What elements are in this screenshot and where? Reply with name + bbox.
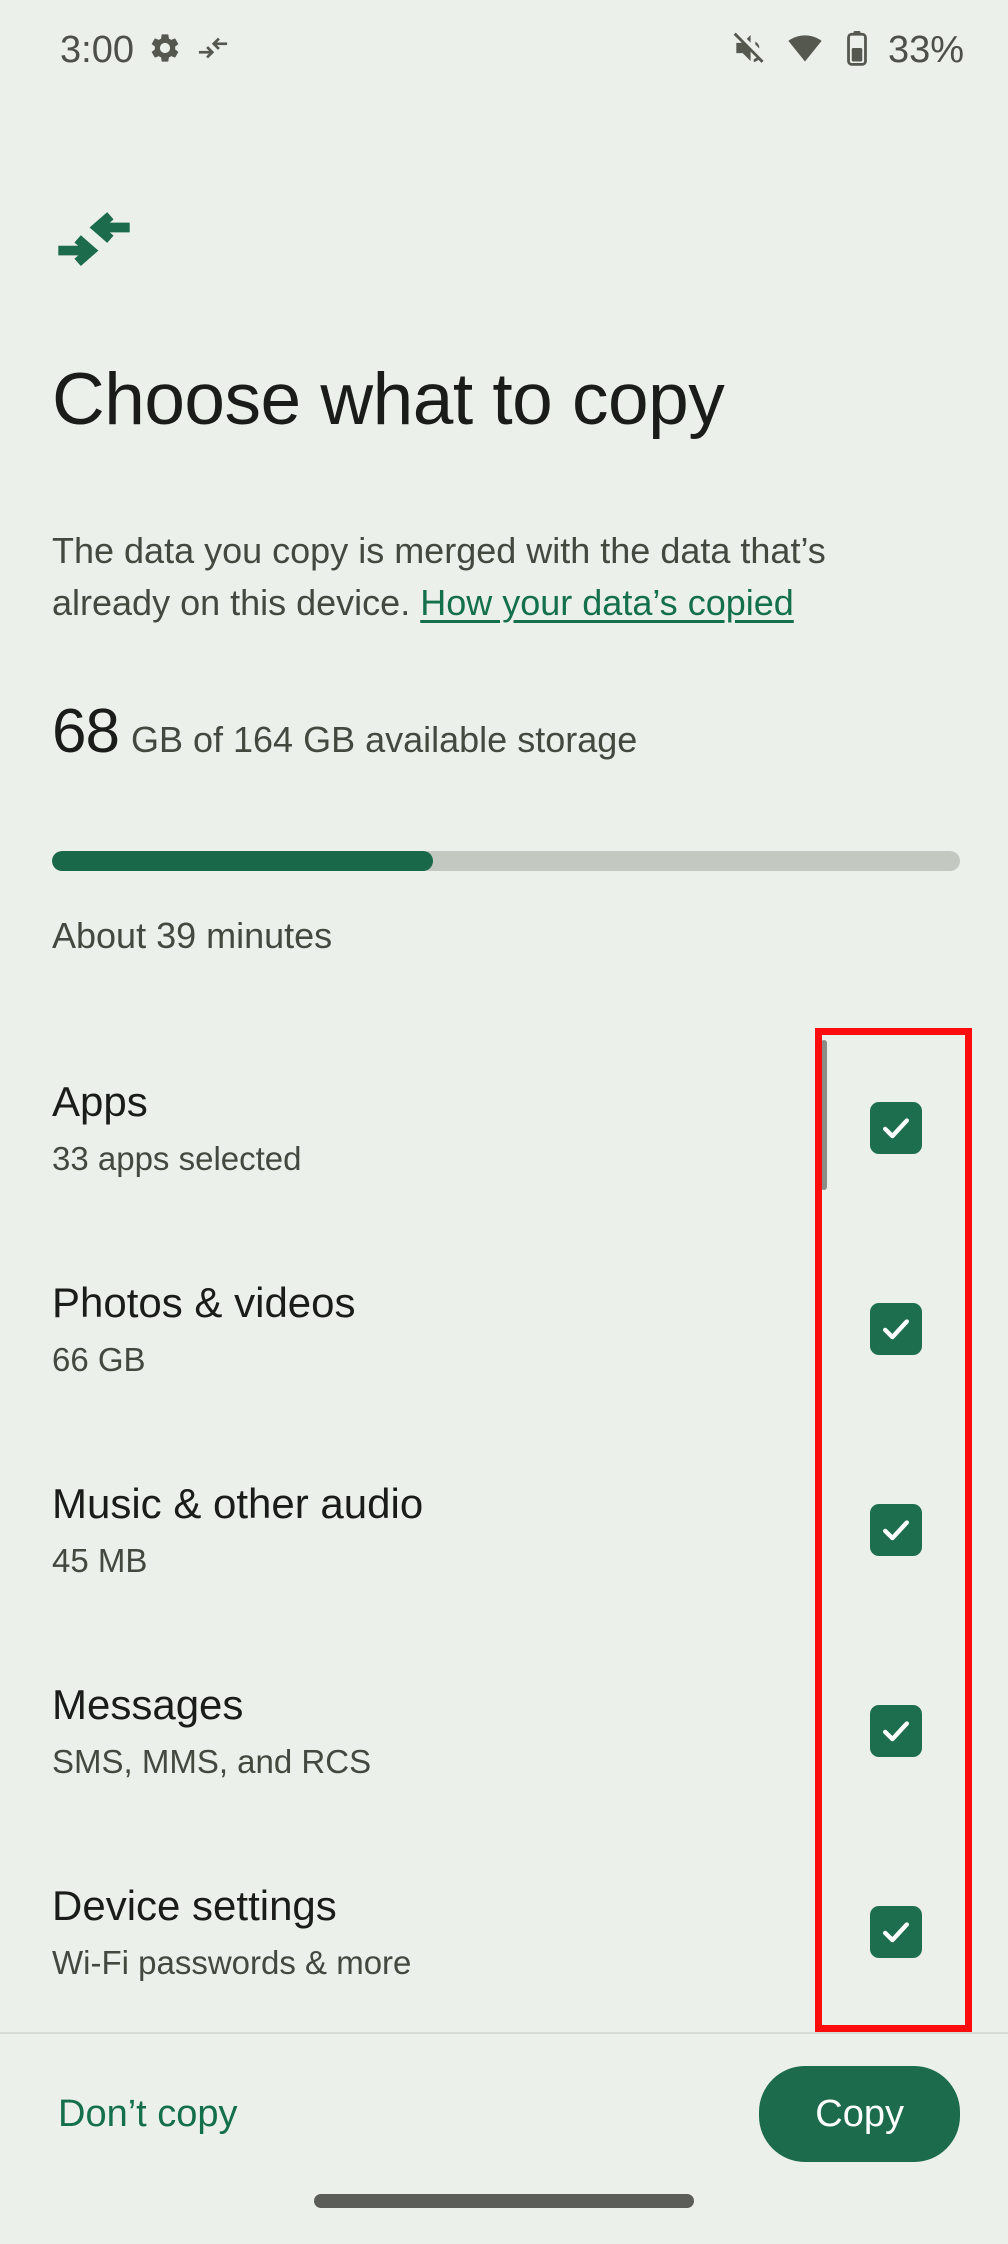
status-bar-left: 3:00	[60, 29, 230, 72]
gear-icon	[148, 31, 182, 70]
list-item-subtitle: 45 MB	[52, 1541, 148, 1579]
time-estimate: About 39 minutes	[52, 915, 333, 956]
scrollbar-thumb[interactable]	[821, 1040, 827, 1190]
list-item-title: Music & other audio	[52, 1479, 424, 1527]
checkbox-music-other-audio[interactable]	[870, 1503, 922, 1556]
page-description: The data you copy is merged with the dat…	[52, 525, 947, 629]
list-item-text: Device settings Wi-Fi passwords & more	[52, 1882, 411, 1982]
list-item-text: Apps 33 apps selected	[52, 1078, 302, 1178]
checkbox-photos-videos[interactable]	[870, 1303, 922, 1356]
bottom-action-bar: Don’t copy Copy	[0, 2034, 1008, 2194]
list-item[interactable]: Apps 33 apps selected	[0, 1028, 1008, 1229]
status-time: 3:00	[60, 28, 134, 71]
checkmark-icon	[883, 1721, 909, 1742]
copy-button[interactable]: Copy	[759, 2066, 960, 2162]
list-item[interactable]: Device settings Wi-Fi passwords & more	[0, 1831, 1008, 2032]
how-data-copied-link[interactable]: How your data’s copied	[420, 582, 794, 623]
status-bar: 3:00 33%	[0, 0, 1008, 100]
wifi-icon	[786, 29, 824, 72]
page-title: Choose what to copy	[52, 359, 725, 440]
transfer-arrows-icon	[52, 196, 136, 280]
list-item-title: Device settings	[52, 1881, 337, 1929]
storage-available-caption: GB of 164 GB available storage	[130, 719, 638, 760]
checkmark-icon	[883, 1118, 909, 1139]
checkmark-icon	[883, 1520, 909, 1541]
storage-progress-fill	[52, 851, 434, 871]
list-item-subtitle: Wi-Fi passwords & more	[52, 1943, 412, 1981]
checkmark-icon	[883, 1319, 909, 1340]
home-indicator[interactable]	[314, 2194, 694, 2208]
list-item-text: Photos & videos 66 GB	[52, 1279, 356, 1379]
battery-percent: 33%	[887, 28, 964, 71]
status-bar-right: 33%	[730, 29, 964, 72]
list-item[interactable]: Photos & videos 66 GB	[0, 1229, 1008, 1430]
list-item-text: Music & other audio 45 MB	[52, 1480, 423, 1580]
phone-screen: 3:00 33% Choose what to copy The data yo…	[0, 0, 1008, 2244]
list-item-title: Apps	[52, 1078, 148, 1126]
volume-mute-icon	[730, 29, 768, 72]
dont-copy-button[interactable]: Don’t copy	[52, 2079, 244, 2150]
checkmark-icon	[883, 1921, 909, 1942]
list-item-subtitle: 66 GB	[52, 1341, 146, 1379]
battery-icon	[842, 29, 872, 72]
list-item-title: Photos & videos	[52, 1279, 356, 1327]
checkbox-device-settings[interactable]	[870, 1905, 922, 1958]
list-item-subtitle: 33 apps selected	[52, 1140, 302, 1178]
list-item-subtitle: SMS, MMS, and RCS	[52, 1742, 372, 1780]
storage-summary: 68 GB of 164 GB available storage	[52, 700, 637, 764]
category-list: Apps 33 apps selected Photos & videos 66 GB…	[0, 1028, 1008, 2032]
checkbox-apps[interactable]	[870, 1102, 922, 1155]
list-item-title: Messages	[52, 1680, 244, 1728]
storage-available-value: 68	[52, 697, 120, 766]
transfer-arrows-status-icon	[196, 31, 230, 70]
list-item[interactable]: Messages SMS, MMS, and RCS	[0, 1630, 1008, 1831]
list-item[interactable]: Music & other audio 45 MB	[0, 1430, 1008, 1631]
storage-progress-bar	[52, 851, 960, 871]
checkbox-messages[interactable]	[870, 1704, 922, 1757]
list-item-text: Messages SMS, MMS, and RCS	[52, 1681, 371, 1781]
